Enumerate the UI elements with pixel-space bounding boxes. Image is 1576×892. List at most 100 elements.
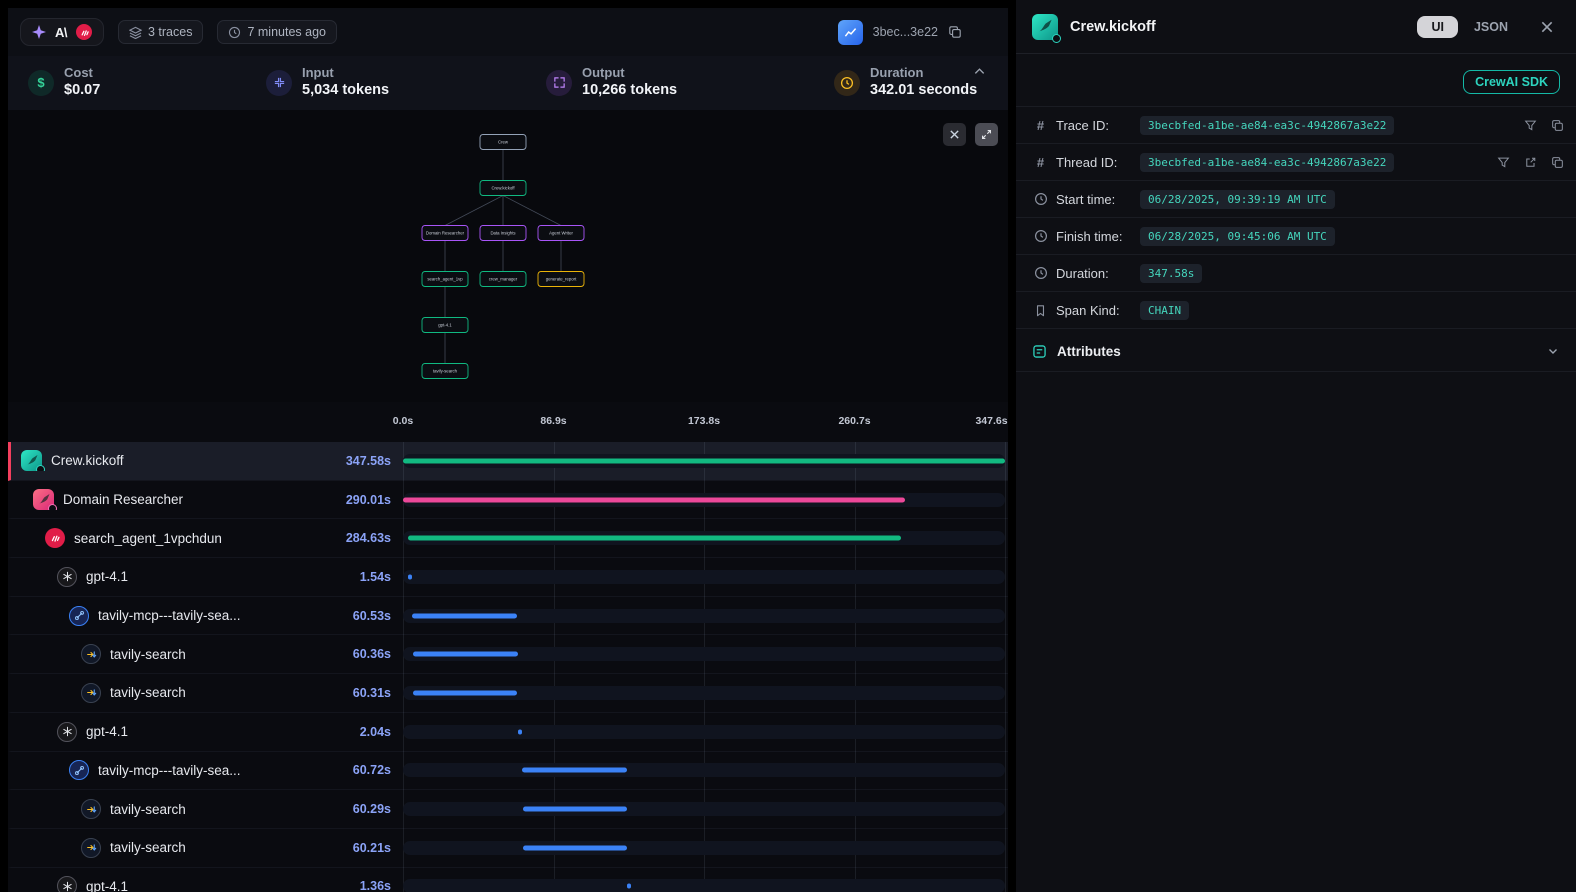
field-value[interactable]: 06/28/2025, 09:45:06 AM UTC (1140, 227, 1335, 246)
span-bar[interactable] (413, 690, 517, 695)
trace-row[interactable]: gpt-4.1 2.04s (8, 713, 1008, 752)
graph-node[interactable]: Data Insights (480, 226, 526, 241)
span-duration: 60.36s (311, 647, 391, 661)
graph-node[interactable]: Crew (480, 135, 526, 150)
trace-waterfall: 0.0s86.9s173.8s260.7s347.6s Crew.kickoff… (8, 402, 1008, 892)
trace-row[interactable]: tavily-mcp---tavily-sea... 60.53s (8, 597, 1008, 636)
span-bar[interactable] (523, 845, 627, 850)
layers-icon (129, 26, 142, 39)
graph-node[interactable]: search_agent_1vp (422, 272, 468, 287)
span-timeline (403, 635, 1005, 673)
graph-node[interactable]: crew_manager (480, 272, 526, 287)
span-timeline (403, 597, 1005, 635)
trace-row[interactable]: Domain Researcher 290.01s (8, 481, 1008, 520)
copy-icon[interactable] (1551, 156, 1564, 169)
field-value[interactable]: 06/28/2025, 09:39:19 AM UTC (1140, 190, 1335, 209)
svg-text:crew_manager: crew_manager (489, 277, 518, 282)
span-name: Domain Researcher (63, 492, 183, 507)
trace-pane: A\ 3 traces 7 minutes ago (0, 0, 1008, 892)
collapse-metrics-button[interactable] (967, 64, 992, 82)
clock-icon (1032, 192, 1049, 206)
span-bar[interactable] (518, 729, 522, 734)
copy-icon[interactable] (1551, 119, 1564, 132)
metric-value: 5,034 tokens (302, 82, 389, 99)
trace-row[interactable]: tavily-search 60.21s (8, 829, 1008, 868)
view-json-button[interactable]: JSON (1474, 20, 1508, 34)
graph-node[interactable]: Agent Writer (538, 226, 584, 241)
metrics-chart-button[interactable] (838, 20, 863, 45)
graph-node[interactable]: generate_report (538, 272, 584, 287)
svg-text:Crew.kickoff: Crew.kickoff (491, 186, 515, 191)
span-bar[interactable] (403, 497, 905, 502)
span-bar[interactable] (522, 768, 627, 773)
traces-count-label: 3 traces (148, 25, 192, 39)
span-name: tavily-mcp---tavily-sea... (98, 608, 241, 623)
external-link-icon[interactable] (1524, 156, 1537, 169)
span-bar[interactable] (408, 574, 412, 579)
attributes-section-header[interactable]: Attributes (1016, 331, 1576, 372)
filter-icon[interactable] (1524, 119, 1537, 132)
span-name: gpt-4.1 (86, 879, 128, 892)
graph-node[interactable]: tavily-search (422, 364, 468, 379)
expand-icon (981, 129, 992, 140)
field-value[interactable]: 347.58s (1140, 264, 1202, 283)
close-icon (1540, 20, 1554, 34)
openai-icon (57, 567, 77, 587)
arrows-out-icon (546, 70, 572, 96)
sdk-badge: CrewAI SDK (1463, 70, 1560, 94)
crewai-logo-icon (33, 489, 54, 510)
detail-field: Span Kind: CHAIN (1016, 292, 1576, 329)
metric-value: 10,266 tokens (582, 82, 677, 99)
span-bar[interactable] (413, 652, 518, 657)
trace-row[interactable]: gpt-4.1 1.36s (8, 868, 1008, 892)
view-ui-button[interactable]: UI (1417, 16, 1458, 38)
trace-row[interactable]: tavily-mcp---tavily-sea... 60.72s (8, 752, 1008, 791)
field-label: Finish time: (1056, 229, 1140, 244)
close-panel-button[interactable] (1534, 19, 1560, 35)
filter-icon[interactable] (1497, 156, 1510, 169)
trace-row[interactable]: tavily-search 60.36s (8, 635, 1008, 674)
span-bar[interactable] (627, 884, 631, 889)
span-bar[interactable] (408, 536, 901, 541)
trace-row[interactable]: tavily-search 60.31s (8, 674, 1008, 713)
trace-row[interactable]: gpt-4.1 1.54s (8, 558, 1008, 597)
trace-row[interactable]: search_agent_1vpchdun 284.63s (8, 519, 1008, 558)
attributes-icon (1032, 344, 1047, 359)
graph-node[interactable]: gpt-4.1 (422, 318, 468, 333)
graph-node[interactable]: Domain Researcher (422, 226, 468, 241)
span-track (403, 879, 1005, 892)
field-value[interactable]: CHAIN (1140, 301, 1189, 320)
copy-trace-id-button[interactable] (948, 25, 962, 39)
field-value[interactable]: 3becbfed-a1be-ae84-ea3c-4942867a3e22 (1140, 116, 1394, 135)
span-bar[interactable] (403, 458, 1005, 463)
span-duration: 347.58s (311, 454, 391, 468)
clock-icon (1032, 266, 1049, 280)
mcp-tools-icon (69, 606, 89, 626)
sdk-badge-row: CrewAI SDK (1016, 54, 1576, 106)
trace-row[interactable]: tavily-search 60.29s (8, 790, 1008, 829)
solace-logo-icon (76, 24, 92, 40)
tavily-icon (81, 838, 101, 858)
chevron-down-icon[interactable] (1546, 344, 1560, 358)
graph-node[interactable]: Crew.kickoff (480, 181, 526, 196)
span-bar[interactable] (523, 807, 627, 812)
span-duration: 284.63s (311, 531, 391, 545)
span-name: search_agent_1vpchdun (74, 531, 222, 546)
graph-close-button[interactable] (943, 123, 966, 146)
trace-row[interactable]: Crew.kickoff 347.58s (8, 442, 1008, 481)
trace-rows: Crew.kickoff 347.58s Domain Researcher 2… (8, 442, 1008, 892)
traces-count-badge[interactable]: 3 traces (118, 20, 203, 44)
graph-canvas[interactable]: Crew Crew.kickoff Domain Researcher Data In… (8, 110, 1008, 402)
span-timeline (403, 829, 1005, 867)
openai-icon (57, 722, 77, 742)
updated-time-badge: 7 minutes ago (217, 20, 337, 44)
span-duration: 60.53s (311, 609, 391, 623)
field-value[interactable]: 3becbfed-a1be-ae84-ea3c-4942867a3e22 (1140, 153, 1394, 172)
span-track (403, 763, 1005, 777)
view-toggle: UI JSON (1417, 16, 1508, 38)
metrics-strip: $ Cost $0.07 Input 5,034 tokens Output (8, 56, 1008, 110)
clock-icon (1032, 229, 1049, 243)
span-bar[interactable] (412, 613, 517, 618)
span-duration: 1.54s (311, 570, 391, 584)
graph-expand-button[interactable] (975, 123, 998, 146)
